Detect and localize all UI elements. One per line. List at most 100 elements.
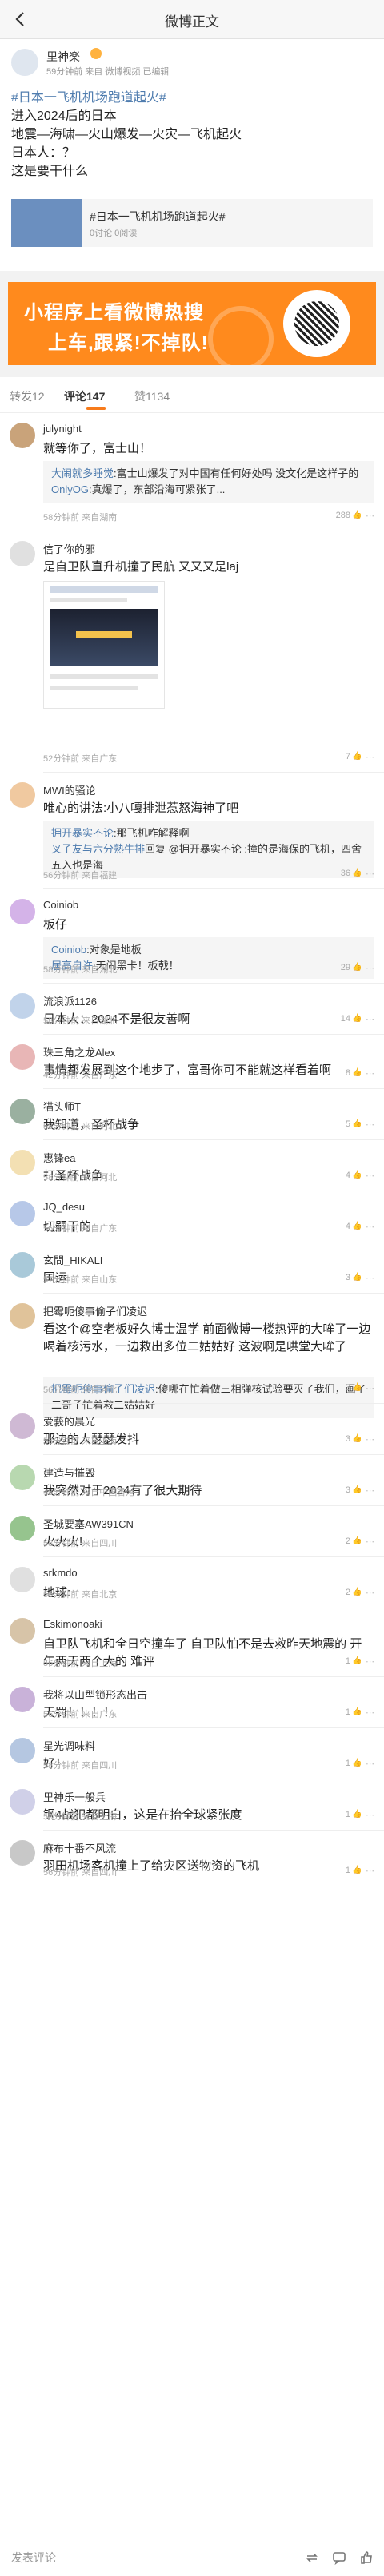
commenter-name[interactable]: julynight <box>43 423 82 435</box>
commenter-avatar[interactable] <box>10 1789 35 1815</box>
comment-like-icon[interactable]: 👍 <box>352 963 362 972</box>
commenter-avatar[interactable] <box>10 1567 35 1592</box>
commenter-name[interactable]: 惠锋ea <box>43 1150 75 1165</box>
commenter-avatar[interactable] <box>10 1413 35 1439</box>
repost-icon[interactable] <box>304 2550 320 2566</box>
comment-like-icon[interactable]: 👍 <box>352 1656 362 1666</box>
comment-like-icon[interactable]: 👍 <box>352 752 362 761</box>
commenter-avatar[interactable] <box>10 423 35 448</box>
comment-more-icon[interactable]: ⋯ <box>366 1810 374 1820</box>
commenter-name[interactable]: 我将以山型锁形态出击 <box>43 1687 147 1702</box>
comment-more-icon[interactable]: ⋯ <box>366 1485 374 1496</box>
comment-like-icon[interactable]: 👍 <box>352 1014 362 1024</box>
comment-like-icon[interactable]: 👍 <box>352 1222 362 1231</box>
commenter-avatar[interactable] <box>10 1044 35 1070</box>
comment-like-icon[interactable]: 👍 <box>352 511 362 520</box>
commenter-name[interactable]: MWI的骚论 <box>43 782 96 797</box>
commenter-name[interactable]: JQ_desu <box>43 1201 85 1213</box>
comment-more-icon[interactable]: ⋯ <box>366 511 374 521</box>
comment-like-icon[interactable]: 👍 <box>352 1759 362 1768</box>
commenter-name[interactable]: Eskimonoaki <box>43 1618 102 1630</box>
reply-author[interactable]: OnlyOG <box>51 483 89 495</box>
commenter-name[interactable]: 爱莪的晨光 <box>43 1413 95 1429</box>
commenter-name[interactable]: 里神乐一般兵 <box>43 1789 106 1804</box>
reply-author[interactable]: 叉子友与六分熟牛排 <box>51 843 145 855</box>
comment-image[interactable] <box>43 581 165 709</box>
tab-comment[interactable]: 评论147 <box>64 388 105 404</box>
comment-input[interactable]: 发表评论 <box>11 2550 56 2566</box>
commenter-avatar[interactable] <box>10 1465 35 1490</box>
commenter-avatar[interactable] <box>10 1618 35 1644</box>
commenter-avatar[interactable] <box>10 1303 35 1329</box>
reply-author[interactable]: Coiniob <box>51 944 86 956</box>
comment-more-icon[interactable]: ⋯ <box>366 752 374 762</box>
commenter-name[interactable]: 建造与摧毁 <box>43 1465 95 1480</box>
commenter-name[interactable]: 猫头师T <box>43 1099 81 1114</box>
comment-like-icon[interactable]: 👍 <box>352 869 362 878</box>
commenter-name[interactable]: 玄間_HIKALI <box>43 1252 102 1267</box>
comment-more-icon[interactable]: ⋯ <box>366 1383 374 1393</box>
comment-more-icon[interactable]: ⋯ <box>366 1588 374 1598</box>
commenter-name[interactable]: srkmdo <box>43 1567 78 1579</box>
commenter-name[interactable]: 信了你的邪 <box>43 541 95 556</box>
commenter-avatar[interactable] <box>10 1150 35 1175</box>
commenter-name[interactable]: 把霉呃傻事偷子们凌迟 <box>43 1303 147 1318</box>
comment-more-icon[interactable]: ⋯ <box>366 963 374 973</box>
topic-card[interactable]: #日本一飞机机场跑道起火# 0讨论 0阅读 <box>11 199 373 247</box>
comment-like-icon[interactable]: 👍 <box>352 1434 362 1444</box>
commenter-name[interactable]: 圣城要塞AW391CN <box>43 1516 134 1531</box>
comment-more-icon[interactable]: ⋯ <box>366 1656 374 1667</box>
reply-box[interactable]: 大闹就多睡觉:富士山爆发了对中国有任何好处吗 没文化是这样子的 OnlyOG:真爆… <box>43 461 374 503</box>
comment-more-icon[interactable]: ⋯ <box>366 869 374 879</box>
commenter-avatar[interactable] <box>10 782 35 808</box>
commenter-avatar[interactable] <box>10 993 35 1019</box>
comment-more-icon[interactable]: ⋯ <box>366 1536 374 1547</box>
commenter-avatar[interactable] <box>10 1252 35 1278</box>
comment-more-icon[interactable]: ⋯ <box>366 1171 374 1181</box>
tab-repost[interactable]: 转发12 <box>10 388 45 404</box>
comment-like-icon[interactable]: 👍 <box>352 1171 362 1180</box>
comment-item: 流浪派1126 日本人：2024不是很友善啊 58分钟前 来自湖北 14 👍 ⋯ <box>0 984 384 1035</box>
comment-like-icon[interactable]: 👍 <box>352 1588 362 1597</box>
comment-icon[interactable] <box>331 2550 347 2566</box>
commenter-avatar[interactable] <box>10 541 35 566</box>
comment-more-icon[interactable]: ⋯ <box>366 1759 374 1769</box>
comment-more-icon[interactable]: ⋯ <box>366 1014 374 1024</box>
commenter-avatar[interactable] <box>10 1738 35 1763</box>
comment-more-icon[interactable]: ⋯ <box>366 1866 374 1876</box>
commenter-avatar[interactable] <box>10 1687 35 1712</box>
commenter-name[interactable]: 流浪派1126 <box>43 993 97 1008</box>
comment-like-icon[interactable]: 👍 <box>352 1068 362 1078</box>
reply-author[interactable]: 大闹就多睡觉 <box>51 467 114 479</box>
comment-more-icon[interactable]: ⋯ <box>366 1273 374 1283</box>
author-name[interactable]: 里神楽 <box>46 49 80 65</box>
promo-banner[interactable]: 小程序上看微博热搜 上车,跟紧!不掉队! <box>8 282 376 365</box>
comment-more-icon[interactable]: ⋯ <box>366 1068 374 1079</box>
commenter-avatar[interactable] <box>10 1201 35 1226</box>
comment-like-icon[interactable]: 👍 <box>352 1536 362 1546</box>
commenter-avatar[interactable] <box>10 899 35 924</box>
comment-like-icon[interactable]: 👍 <box>352 1866 362 1875</box>
commenter-name[interactable]: 星光调味料 <box>43 1738 95 1753</box>
comment-like-icon[interactable]: 👍 <box>352 1810 362 1819</box>
commenter-name[interactable]: 麻布十番不风流 <box>43 1840 116 1855</box>
reply-author[interactable]: 拥开暴实不论 <box>51 827 114 839</box>
comment-more-icon[interactable]: ⋯ <box>366 1707 374 1718</box>
commenter-name[interactable]: 珠三角之龙Alex <box>43 1044 115 1059</box>
comment-like-icon[interactable]: 👍 <box>352 1383 362 1393</box>
comment-more-icon[interactable]: ⋯ <box>366 1119 374 1130</box>
tab-like[interactable]: 赞1134 <box>134 388 170 404</box>
comment-like-icon[interactable]: 👍 <box>352 1707 362 1717</box>
comment-like-icon[interactable]: 👍 <box>352 1485 362 1495</box>
post-hashtag[interactable]: #日本一飞机机场跑道起火# <box>11 89 373 107</box>
author-avatar[interactable] <box>11 49 38 76</box>
comment-like-icon[interactable]: 👍 <box>352 1273 362 1282</box>
commenter-avatar[interactable] <box>10 1516 35 1541</box>
commenter-avatar[interactable] <box>10 1840 35 1866</box>
like-icon[interactable] <box>358 2550 374 2566</box>
comment-like-icon[interactable]: 👍 <box>352 1119 362 1129</box>
comment-more-icon[interactable]: ⋯ <box>366 1222 374 1232</box>
commenter-avatar[interactable] <box>10 1099 35 1124</box>
comment-more-icon[interactable]: ⋯ <box>366 1434 374 1445</box>
commenter-name[interactable]: Coiniob <box>43 899 78 911</box>
